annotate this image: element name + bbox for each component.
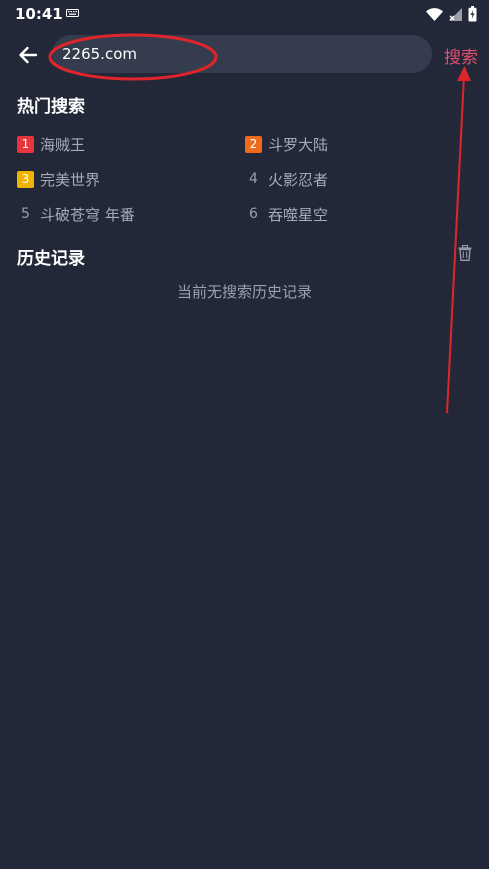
history-title: 历史记录: [17, 249, 85, 269]
search-box[interactable]: [52, 35, 432, 73]
signal-icon: [449, 7, 462, 21]
hot-search-label: 斗罗大陆: [268, 135, 329, 154]
hot-search-label: 斗破苍穹 年番: [40, 205, 135, 224]
keyboard-icon: [66, 9, 79, 17]
wifi-icon: [426, 7, 443, 21]
history-empty-text: 当前无搜索历史记录: [176, 283, 312, 301]
status-icons: [426, 5, 477, 23]
hot-search-label: 完美世界: [40, 170, 101, 189]
search-button[interactable]: 搜索: [444, 43, 478, 68]
rank-badge: 3: [17, 170, 34, 188]
rank-number: 6: [249, 206, 258, 222]
rank-badge: 1: [17, 135, 34, 153]
hot-search-label: 吞噬星空: [268, 205, 329, 224]
hot-search-item-1[interactable]: 1 海贼王: [17, 132, 85, 156]
trash-icon[interactable]: [458, 245, 472, 261]
hot-search-label: 火影忍者: [268, 170, 329, 189]
status-bar: 10:41: [0, 0, 489, 28]
rank-number: 4: [249, 171, 258, 187]
search-bar: 搜索: [0, 35, 489, 75]
rank-number: 5: [21, 206, 30, 222]
hot-search-item-3[interactable]: 3 完美世界: [17, 167, 100, 191]
hot-search-item-5[interactable]: 5 斗破苍穹 年番: [17, 202, 135, 226]
hot-search-title: 热门搜索: [17, 97, 85, 117]
search-input[interactable]: [62, 35, 422, 73]
hot-search-item-2[interactable]: 2 斗罗大陆: [245, 132, 328, 156]
battery-icon: [468, 6, 477, 22]
rank-badge: 2: [245, 135, 262, 153]
back-arrow-icon[interactable]: [14, 41, 42, 69]
hot-search-item-6[interactable]: 6 吞噬星空: [245, 202, 328, 226]
status-time: 10:41: [15, 5, 63, 23]
hot-search-item-4[interactable]: 4 火影忍者: [245, 167, 328, 191]
hot-search-label: 海贼王: [40, 135, 86, 154]
annotation-overlay: [48, 33, 471, 414]
